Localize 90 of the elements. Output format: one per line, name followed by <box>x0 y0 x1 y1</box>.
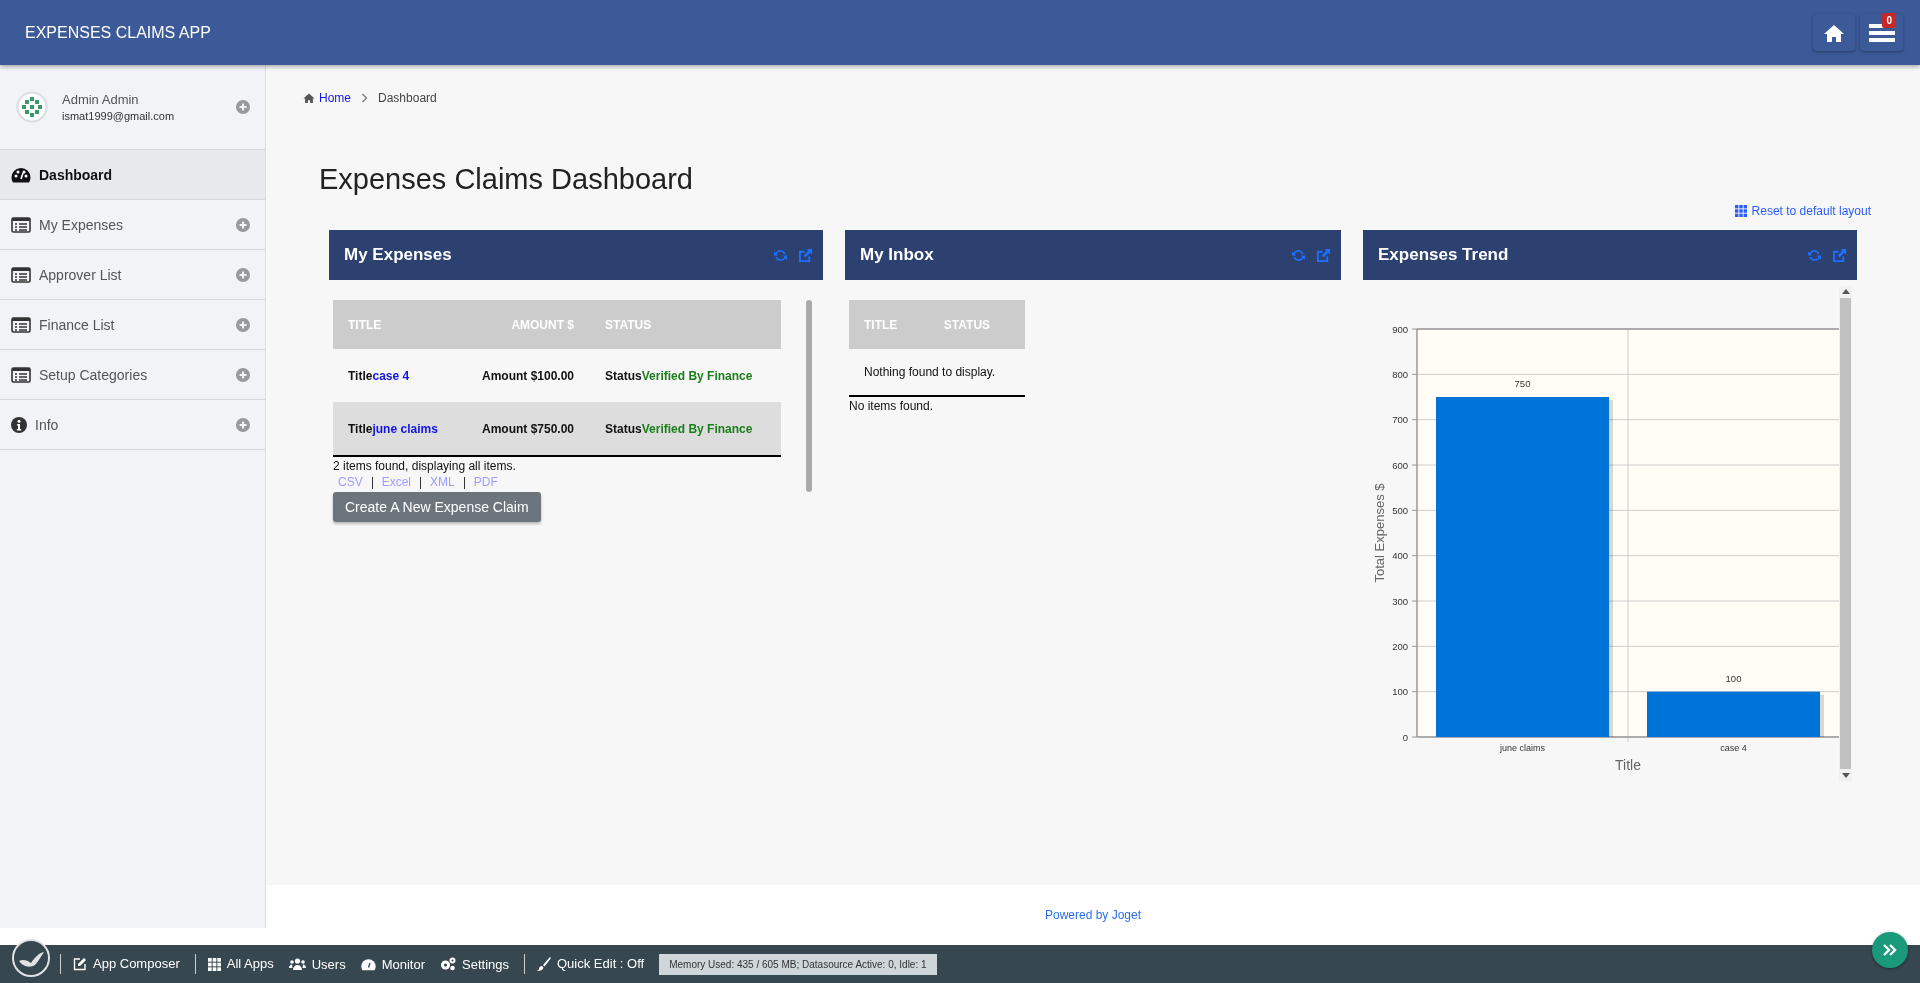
list-icon <box>11 316 31 333</box>
list-icon <box>11 366 31 383</box>
avatar-icon <box>16 91 48 123</box>
reset-layout-link[interactable]: Reset to default layout <box>1734 204 1871 218</box>
axis-tick-label: 0 <box>1402 731 1408 743</box>
sidebar-item[interactable]: Finance List <box>0 300 265 350</box>
grid-icon <box>207 957 221 971</box>
breadcrumb-home-link[interactable]: Home <box>303 91 351 105</box>
results-summary: 2 items found, displaying all items. <box>333 459 517 473</box>
memory-status: Memory Used: 435 / 605 MB; Datasource Active: 0, Idle: 1 <box>659 953 937 975</box>
plus-circle-icon[interactable] <box>236 267 250 282</box>
plus-circle-icon[interactable] <box>236 417 250 432</box>
refresh-icon[interactable] <box>1807 247 1822 263</box>
x-axis-title: Title <box>1615 757 1641 773</box>
empty-message: Nothing found to display. <box>864 365 996 379</box>
refresh-icon[interactable] <box>773 247 788 263</box>
sidebar-item[interactable]: Dashboard <box>0 150 265 200</box>
amount-text: Amount $100.00 <box>482 368 575 383</box>
grid-icon <box>1734 205 1747 217</box>
admin-bar-link[interactable]: Monitor <box>360 956 425 972</box>
bar-value-label: 100 <box>1725 672 1742 684</box>
plus-circle-icon[interactable] <box>236 100 250 114</box>
results-summary: No items found. <box>849 399 935 413</box>
category-label: case 4 <box>1720 743 1747 753</box>
info-icon <box>11 416 27 433</box>
axis-tick-label: 800 <box>1392 368 1408 380</box>
chevron-right-icon <box>361 93 368 103</box>
list-icon <box>11 266 31 283</box>
plus-circle-icon[interactable] <box>236 367 250 382</box>
axis-tick-label: 900 <box>1392 323 1408 335</box>
plus-circle-icon[interactable] <box>236 317 250 332</box>
axis-tick-label: 400 <box>1392 550 1408 562</box>
gears-icon <box>440 957 456 971</box>
logo-icon[interactable] <box>12 939 50 977</box>
admin-bar-link[interactable]: Users <box>288 956 346 972</box>
axis-tick-label: 200 <box>1392 640 1408 652</box>
list-icon <box>11 216 31 233</box>
refresh-icon[interactable] <box>1291 247 1306 263</box>
edit-icon <box>73 957 87 971</box>
powered-by-link[interactable]: Powered by Joget <box>1044 908 1142 922</box>
gauge-icon <box>11 166 31 183</box>
users-icon <box>288 958 306 970</box>
scrollbar[interactable] <box>1839 286 1852 781</box>
external-link-icon[interactable] <box>1316 247 1331 263</box>
field-label: Title <box>348 421 373 436</box>
admin-bar-link[interactable]: Settings <box>440 956 509 972</box>
user-email: ismat1999@gmail.com <box>62 110 176 122</box>
status-text: Verified By Finance <box>641 421 753 436</box>
scrollbar-thumb[interactable] <box>806 300 812 492</box>
claim-title-link[interactable]: case 4 <box>372 368 410 383</box>
admin-bar-link[interactable]: App Composer <box>60 954 180 974</box>
field-label: Title <box>348 368 373 383</box>
admin-bar-link[interactable]: All Apps <box>194 954 274 974</box>
user-name: Admin Admin <box>62 92 140 107</box>
axis-tick-label: 300 <box>1392 595 1408 607</box>
sidebar-item[interactable]: Info <box>0 400 265 450</box>
category-label: june claims <box>1500 743 1545 753</box>
app-title: EXPENSES CLAIMS APP <box>25 23 212 42</box>
page-title: Expenses Claims Dashboard <box>319 163 694 196</box>
axis-tick-label: 500 <box>1392 504 1408 516</box>
axis-tick-label: 600 <box>1392 459 1408 471</box>
scrollbar-thumb[interactable] <box>1840 298 1851 769</box>
breadcrumb-item: Dashboard <box>378 91 437 105</box>
brush-icon <box>537 957 551 971</box>
sidebar-item[interactable]: My Expenses <box>0 200 265 250</box>
plus-circle-icon[interactable] <box>236 217 250 232</box>
panel-title: My Expenses <box>344 245 453 265</box>
sidebar-item[interactable]: Setup Categories <box>0 350 265 400</box>
gauge-icon <box>360 957 376 971</box>
axis-tick-label: 700 <box>1392 414 1408 426</box>
expand-button[interactable] <box>1872 932 1908 968</box>
sidebar-item[interactable]: Approver List <box>0 250 265 300</box>
amount-text: Amount $750.00 <box>482 421 575 436</box>
field-label: Status <box>605 368 642 383</box>
claim-title-link[interactable]: june claims <box>372 421 438 436</box>
external-link-icon[interactable] <box>798 247 813 263</box>
status-text: Verified By Finance <box>641 368 753 383</box>
home-icon <box>303 93 315 103</box>
axis-tick-label: 100 <box>1392 686 1408 698</box>
bar-value-label: 750 <box>1514 378 1531 389</box>
field-label: Status <box>605 421 642 436</box>
scroll-down-icon[interactable] <box>1841 773 1850 778</box>
panel-title: Expenses Trend <box>1378 245 1510 265</box>
admin-bar-link[interactable]: Quick Edit : Off <box>524 954 645 974</box>
y-axis-title: Total Expenses $ <box>1372 483 1387 583</box>
double-chevron-icon <box>1883 944 1897 956</box>
panel-title: My Inbox <box>860 245 935 265</box>
external-link-icon[interactable] <box>1832 247 1847 263</box>
create-claim-button[interactable]: Create A New Expense Claim <box>333 492 541 522</box>
scroll-up-icon[interactable] <box>1841 289 1850 294</box>
